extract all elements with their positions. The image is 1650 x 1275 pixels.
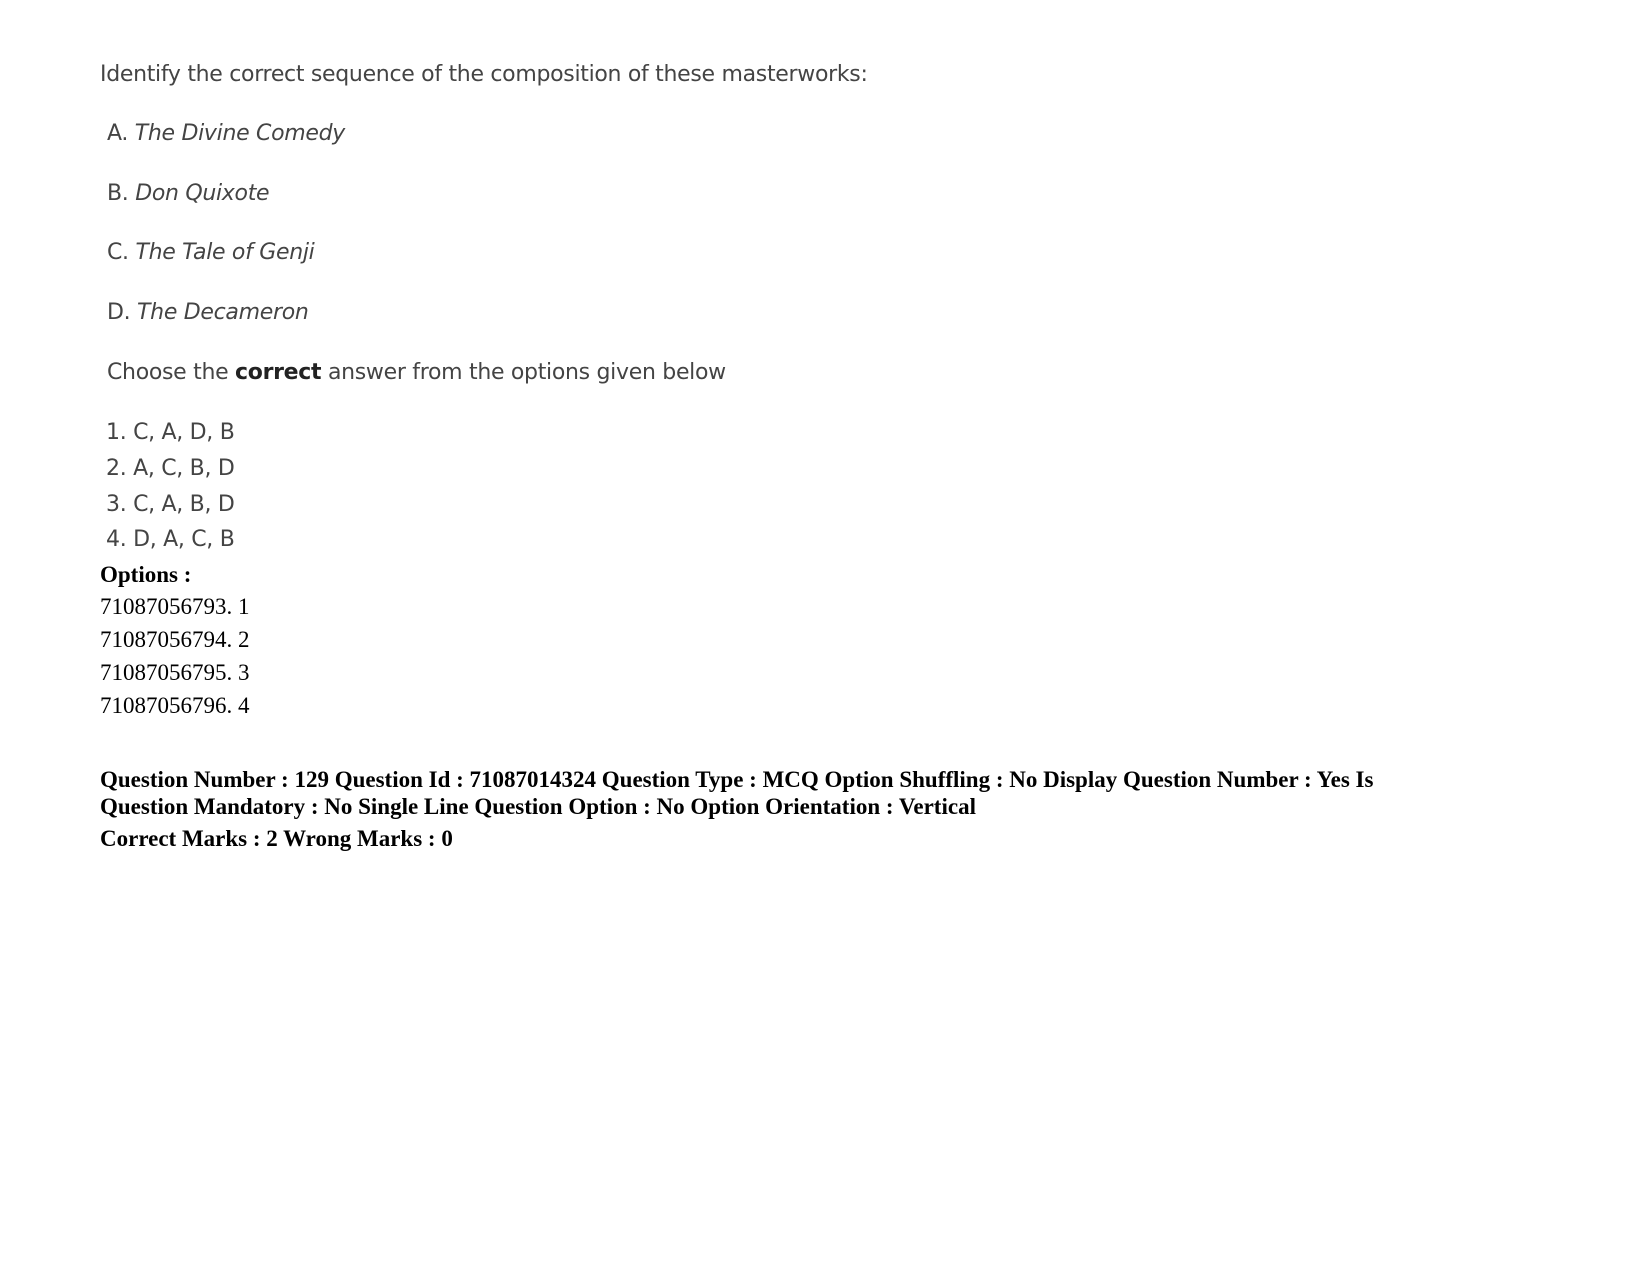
item-title: The Decameron — [137, 300, 309, 325]
answer-choice-3: 3. C, A, B, D — [106, 492, 235, 517]
item-title: Don Quixote — [135, 181, 270, 206]
option-row: 71087056795. 3 — [100, 660, 250, 685]
question-metadata-line: Question Number : 129 Question Id : 7108… — [100, 767, 1374, 819]
answer-choice-4: 4. D, A, C, B — [106, 527, 235, 552]
instruction-text: Choose the correct answer from the optio… — [107, 360, 726, 385]
option-row: 71087056793. 1 — [100, 594, 250, 619]
sequence-item-c: C. The Tale of Genji — [107, 240, 315, 265]
answer-choice-1: 1. C, A, D, B — [106, 420, 235, 445]
marks-line: Correct Marks : 2 Wrong Marks : 0 — [100, 826, 453, 851]
sequence-item-b: B. Don Quixote — [107, 181, 270, 206]
question-metadata: Question Number : 129 Question Id : 7108… — [100, 766, 1460, 852]
question-stem: Identify the correct sequence of the com… — [100, 62, 868, 87]
sequence-item-d: D. The Decameron — [107, 300, 309, 325]
answer-choice-2: 2. A, C, B, D — [106, 456, 235, 481]
option-row: 71087056794. 2 — [100, 627, 250, 652]
option-row: 71087056796. 4 — [100, 693, 250, 718]
sequence-item-a: A. The Divine Comedy — [107, 121, 346, 146]
item-title: The Tale of Genji — [135, 240, 315, 265]
options-heading: Options : — [100, 562, 192, 587]
item-title: The Divine Comedy — [134, 121, 346, 146]
